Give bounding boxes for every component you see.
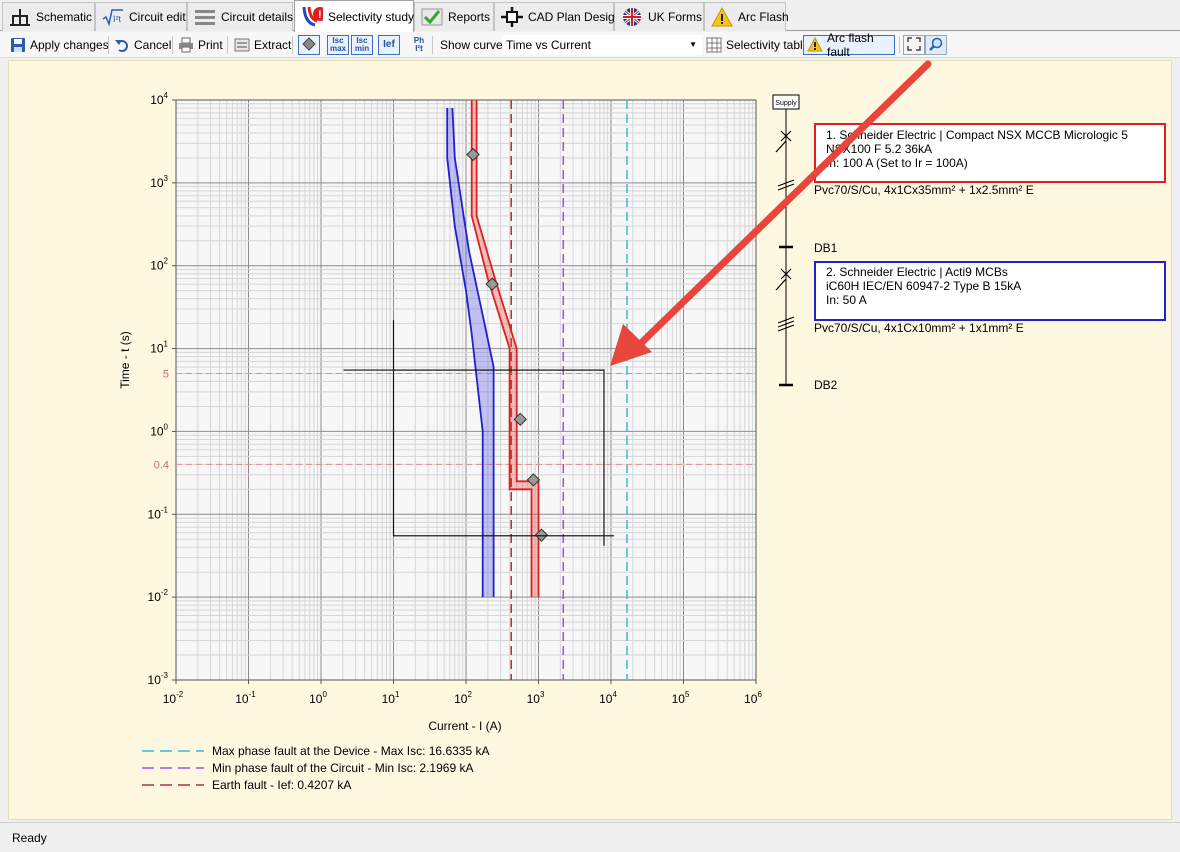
x-axis-label: Current - I (A)	[428, 719, 501, 733]
x-tick-label: 103	[527, 690, 545, 706]
status-bar: Ready	[0, 822, 1180, 852]
time-marker-label: 5	[163, 369, 169, 381]
y-tick-label: 101	[150, 340, 168, 356]
chart-grid	[175, 100, 756, 681]
x-tick-label: 102	[454, 690, 472, 706]
y-tick-label: 10-2	[148, 588, 169, 604]
db2-label: DB2	[814, 378, 838, 392]
y-tick-label: 104	[150, 91, 168, 107]
breaker-contact-2	[775, 278, 787, 291]
x-tick-label: 100	[309, 690, 327, 706]
y-tick-label: 10-1	[148, 505, 169, 521]
legend-label: Earth fault - Ief: 0.4207 kA	[212, 778, 351, 792]
legend-label: Min phase fault of the Circuit - Min Isc…	[212, 761, 473, 775]
device-2-line-1: 2. Schneider Electric | Acti9 MCBs	[826, 265, 1008, 279]
device-2-line-2: iC60H IEC/EN 60947-2 Type B 15kA	[826, 279, 1021, 293]
cable-1-label: Pvc70/S/Cu, 4x1Cx35mm² + 1x2.5mm² E	[814, 183, 1034, 197]
single-line-diagram: Supply 1. Schneider Electric | Compact N…	[772, 94, 1166, 392]
device-1-line-3: In: 100 A (Set to Ir = 100A)	[826, 156, 968, 170]
y-tick-label: 103	[150, 174, 168, 190]
y-axis-label: Time - t (s)	[118, 331, 132, 389]
time-marker-label: 0.4	[154, 459, 169, 471]
x-tick-label: 101	[382, 690, 400, 706]
x-tick-label: 105	[672, 690, 690, 706]
selectivity-chart[interactable]: 10-2 10-1 100 101 102 103 104 105 106 104 103 102 10…	[0, 0, 1180, 852]
tab-selectivity-study[interactable]: ! Selectivity study	[294, 0, 414, 32]
x-tick-label: 104	[599, 690, 617, 706]
chart-legend: Max phase fault at the Device - Max Isc:…	[142, 744, 489, 792]
selectivity-warning-icon: !	[301, 6, 323, 27]
y-tick-label: 102	[150, 257, 168, 273]
status-text: Ready	[12, 830, 47, 845]
legend-label: Max phase fault at the Device - Max Isc:…	[212, 744, 489, 758]
supply-label: Supply	[775, 100, 797, 107]
db1-label: DB1	[814, 241, 838, 255]
x-tick-label: 10-1	[235, 690, 256, 706]
device-1-line-1: 1. Schneider Electric | Compact NSX MCCB…	[826, 128, 1128, 142]
breaker-contact-1	[775, 140, 787, 153]
x-tick-label: 106	[744, 690, 762, 706]
y-tick-label: 10-3	[148, 671, 169, 687]
x-tick-label: 10-2	[163, 690, 184, 706]
svg-text:!: !	[318, 9, 322, 21]
cable-2-label: Pvc70/S/Cu, 4x1Cx10mm² + 1x1mm² E	[814, 321, 1024, 335]
y-tick-label: 100	[150, 422, 168, 438]
device-2-line-3: In: 50 A	[826, 293, 867, 307]
